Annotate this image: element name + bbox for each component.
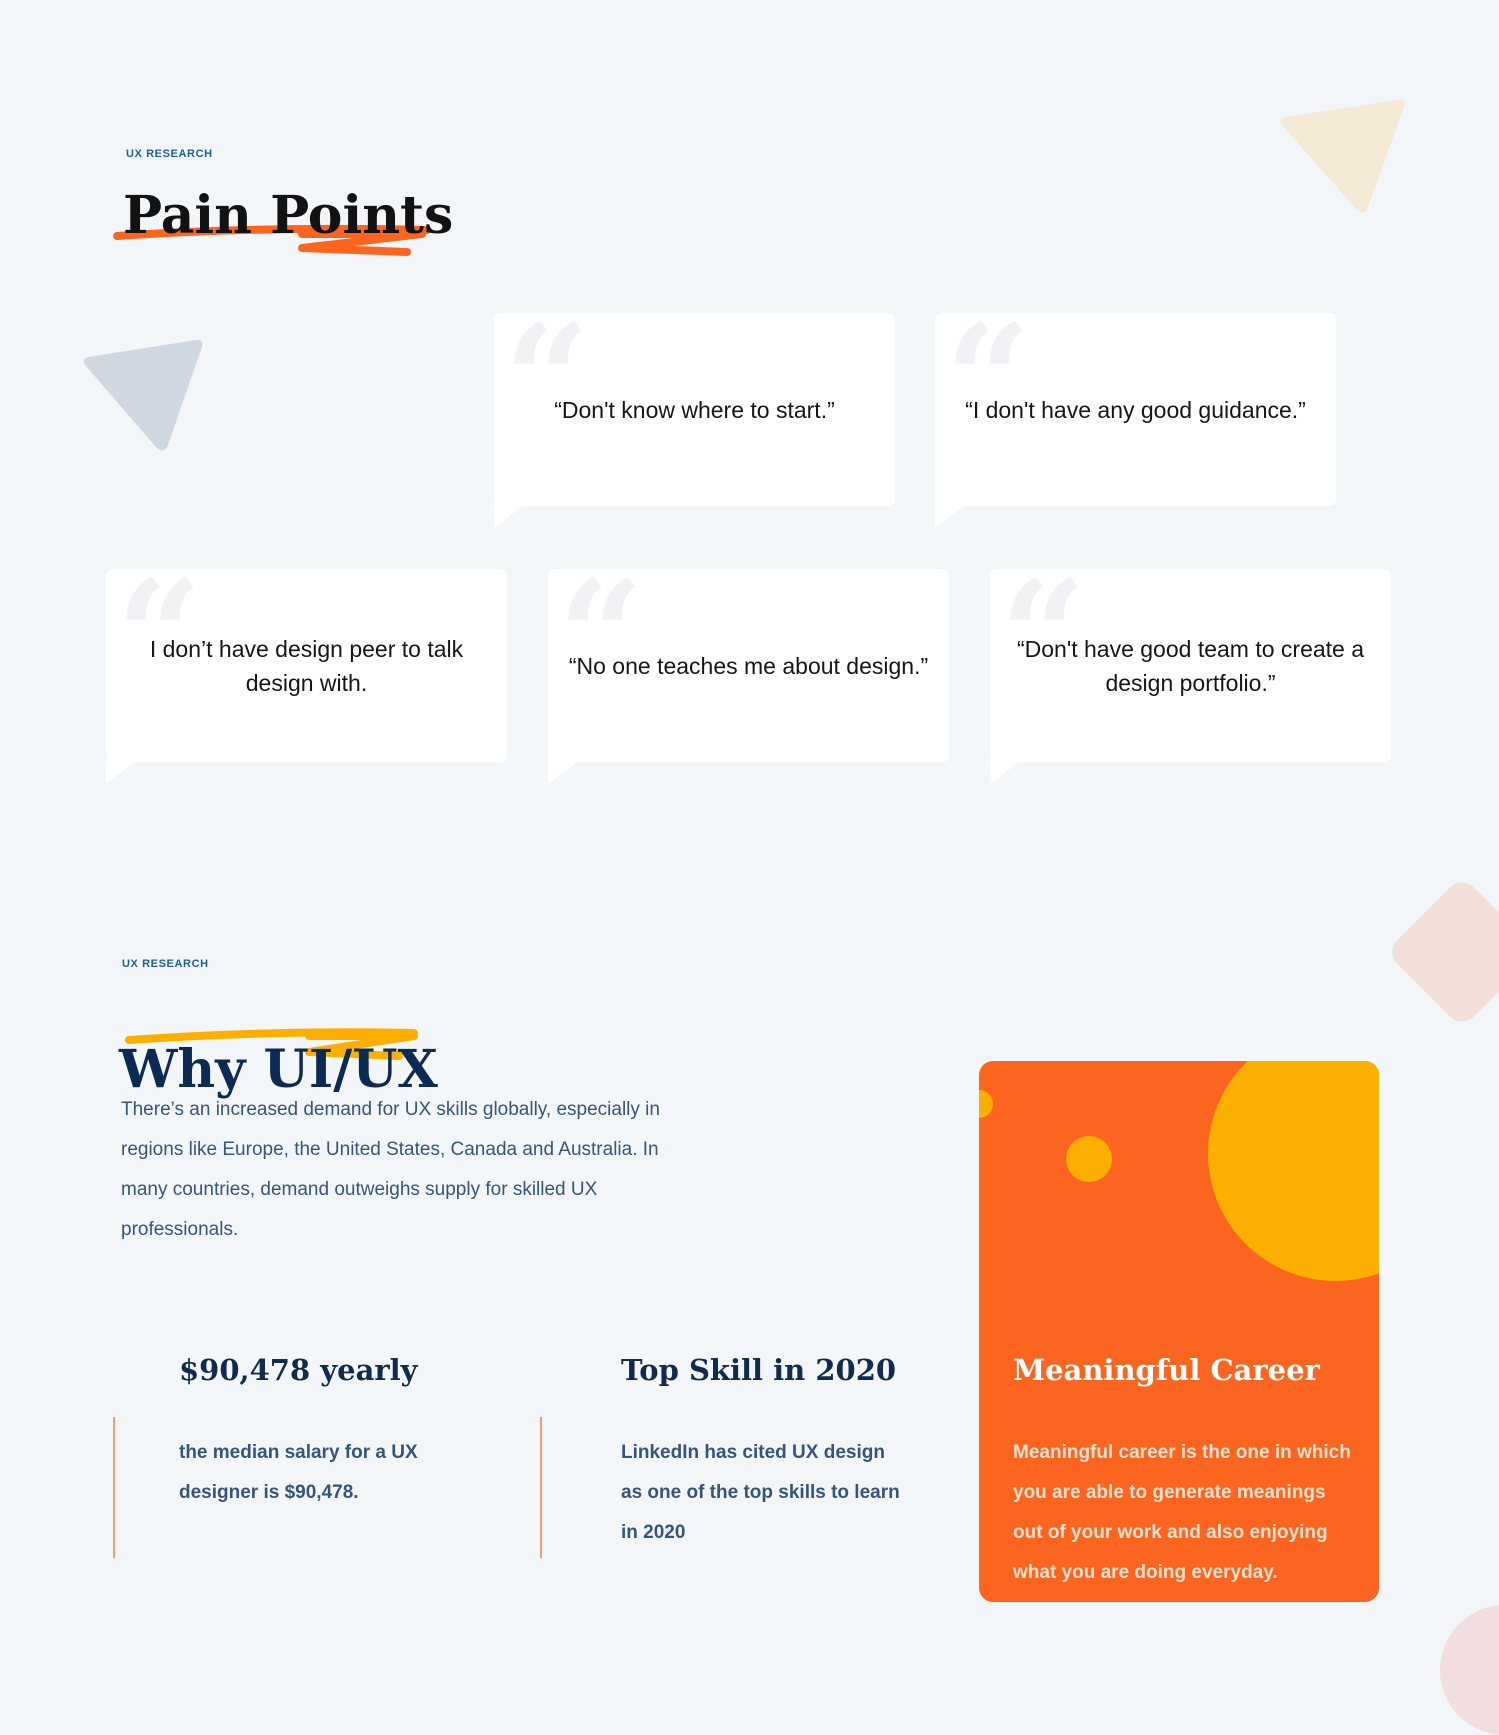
why-uiux-title: Why UI/UX [119, 1039, 438, 1100]
decor-triangle-gray [83, 339, 203, 451]
quote-card: “ “Don't know where to start.” [494, 305, 895, 528]
bubble-tail [494, 505, 524, 528]
why-uiux-eyebrow: UX RESEARCH [122, 958, 209, 970]
stat-title-top-skill: Top Skill in 2020 [621, 1353, 897, 1387]
quote-text: I don’t have design peer to talk design … [149, 635, 464, 696]
quote-text: “Don't have good team to create a design… [1016, 635, 1365, 696]
quote-card: “ “I don't have any good guidance.” [935, 305, 1336, 528]
pain-points-title: Pain Points [123, 185, 454, 246]
bubble-tail [935, 505, 965, 528]
stat-body-top-skill: LinkedIn has cited UX design as one of t… [621, 1442, 900, 1543]
bubble-tail [990, 761, 1020, 784]
quote-text: “Don't know where to start.” [554, 396, 835, 423]
quote-card: “ “No one teaches me about design.” [548, 561, 949, 784]
bubble-tail [106, 761, 136, 784]
career-body: Meaningful career is the one in which yo… [1013, 1442, 1351, 1583]
decor-diamond-pink [1385, 875, 1499, 1029]
pain-points-eyebrow: UX RESEARCH [126, 148, 213, 160]
bubble-tail [548, 761, 578, 784]
quote-card: “ “Don't have good team to create a desi… [990, 561, 1391, 784]
stat-divider [540, 1417, 542, 1558]
stat-divider [113, 1417, 115, 1558]
quote-text: “I don't have any good guidance.” [965, 396, 1306, 423]
quote-card: “ I don’t have design peer to talk desig… [106, 561, 507, 784]
quote-text: “No one teaches me about design.” [568, 652, 929, 679]
decor-circle-pink [1440, 1605, 1499, 1735]
stat-body-salary: the median salary for a UX designer is $… [179, 1442, 418, 1503]
why-uiux-intro: There’s an increased demand for UX skill… [121, 1099, 660, 1240]
decor-dot-small [1066, 1136, 1112, 1182]
career-title: Meaningful Career [1013, 1353, 1320, 1387]
stat-title-salary: $90,478 yearly [179, 1353, 418, 1387]
